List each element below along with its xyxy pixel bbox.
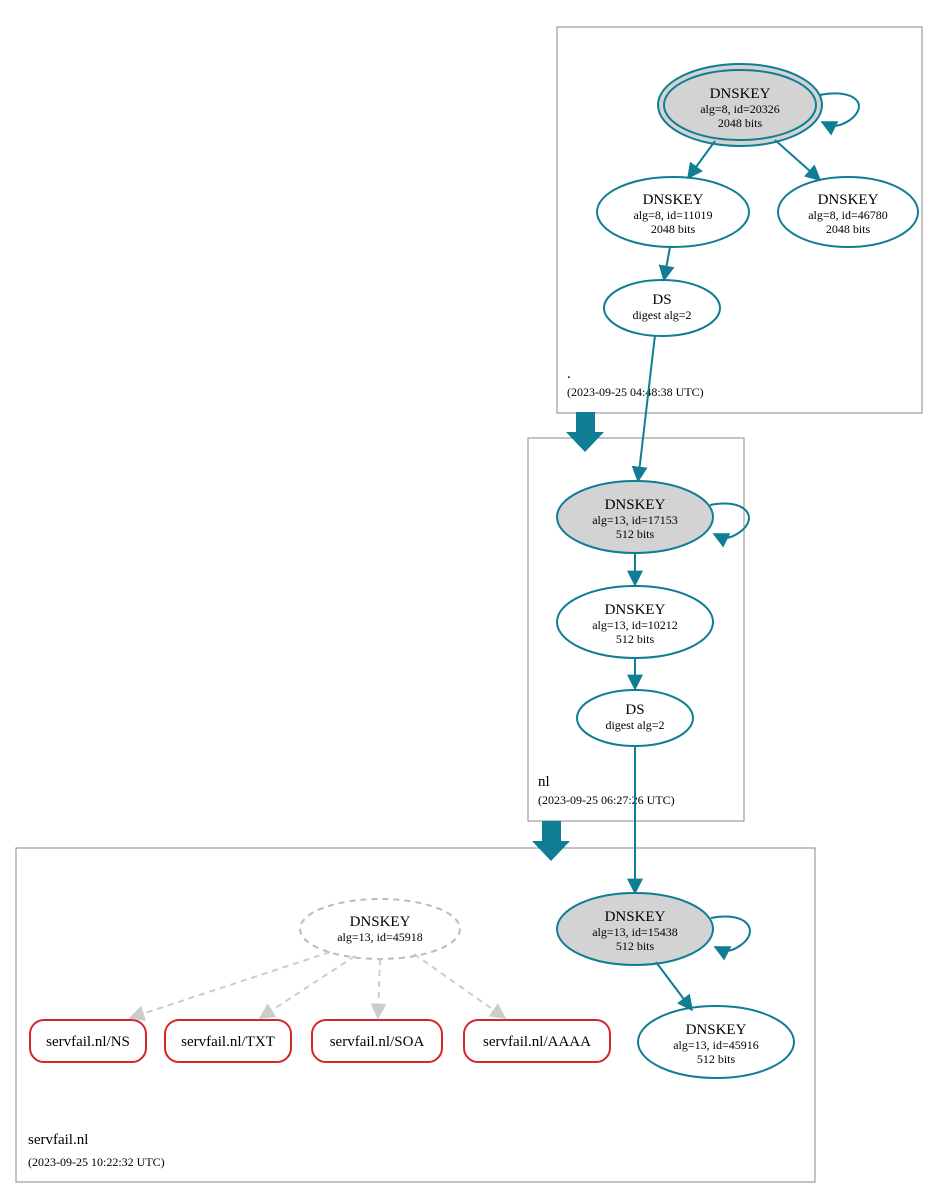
zone-servfail-timestamp: (2023-09-25 10:22:32 UTC)	[28, 1155, 165, 1169]
svg-text:512 bits: 512 bits	[697, 1052, 736, 1066]
node-sf-zsk: DNSKEY alg=13, id=45916 512 bits	[638, 1006, 794, 1078]
svg-text:DNSKEY: DNSKEY	[605, 497, 666, 513]
svg-text:alg=8, id=11019: alg=8, id=11019	[633, 208, 712, 222]
svg-text:servfail.nl/SOA: servfail.nl/SOA	[330, 1034, 425, 1050]
edge-rootds-nlksk	[638, 335, 655, 481]
svg-text:2048 bits: 2048 bits	[651, 222, 696, 236]
node-rr-aaaa: servfail.nl/AAAA	[464, 1020, 610, 1062]
svg-text:DNSKEY: DNSKEY	[605, 602, 666, 618]
node-sf-ksk: DNSKEY alg=13, id=15438 512 bits	[557, 893, 713, 965]
node-root-ksk: DNSKEY alg=8, id=20326 2048 bits	[658, 64, 822, 146]
svg-text:DNSKEY: DNSKEY	[643, 192, 704, 208]
svg-text:alg=8, id=46780: alg=8, id=46780	[808, 208, 888, 222]
edge-sfksk-sfzsk	[656, 962, 692, 1010]
svg-text:alg=8, id=20326: alg=8, id=20326	[700, 102, 780, 116]
edge-missing-aaaa	[414, 954, 505, 1018]
edge-root-ksk-self	[820, 93, 859, 126]
edge-rootksk-rootzsk	[688, 141, 715, 178]
svg-text:digest alg=2: digest alg=2	[632, 308, 691, 322]
svg-text:servfail.nl/NS: servfail.nl/NS	[46, 1034, 130, 1050]
zone-root-timestamp: (2023-09-25 04:48:38 UTC)	[567, 385, 704, 399]
svg-text:DNSKEY: DNSKEY	[710, 86, 771, 102]
edge-rootksk-rootzsk2	[775, 140, 820, 180]
svg-text:DNSKEY: DNSKEY	[605, 909, 666, 925]
svg-text:DNSKEY: DNSKEY	[686, 1022, 747, 1038]
svg-text:2048 bits: 2048 bits	[826, 222, 871, 236]
node-root-zsk2: DNSKEY alg=8, id=46780 2048 bits	[778, 177, 918, 247]
edge-sf-ksk-self	[711, 917, 750, 951]
svg-text:512 bits: 512 bits	[616, 939, 655, 953]
svg-text:512 bits: 512 bits	[616, 632, 655, 646]
node-rr-ns: servfail.nl/NS	[30, 1020, 146, 1062]
svg-text:alg=13, id=17153: alg=13, id=17153	[592, 513, 678, 527]
svg-text:DS: DS	[625, 702, 644, 718]
dnssec-diagram: . (2023-09-25 04:48:38 UTC) DNSKEY alg=8…	[0, 0, 943, 1201]
zone-root-label: .	[567, 366, 571, 382]
svg-text:2048 bits: 2048 bits	[718, 116, 763, 130]
svg-text:512 bits: 512 bits	[616, 527, 655, 541]
svg-text:alg=13, id=45918: alg=13, id=45918	[337, 930, 423, 944]
edge-nl-ksk-self	[710, 504, 749, 538]
node-root-ds: DS digest alg=2	[604, 280, 720, 336]
node-rr-soa: servfail.nl/SOA	[312, 1020, 442, 1062]
edge-missing-ns	[130, 952, 330, 1018]
zone-nl-label: nl	[538, 774, 550, 790]
svg-text:digest alg=2: digest alg=2	[605, 718, 664, 732]
delegation-nl-servfail-icon	[532, 821, 570, 861]
node-nl-zsk: DNSKEY alg=13, id=10212 512 bits	[557, 586, 713, 658]
svg-text:DNSKEY: DNSKEY	[818, 192, 879, 208]
svg-text:DNSKEY: DNSKEY	[350, 914, 411, 930]
node-nl-ksk: DNSKEY alg=13, id=17153 512 bits	[557, 481, 713, 553]
edge-rootzsk-rootds	[664, 247, 670, 280]
edge-missing-soa	[378, 959, 380, 1018]
delegation-root-nl-icon	[566, 412, 604, 452]
svg-text:servfail.nl/TXT: servfail.nl/TXT	[181, 1034, 275, 1050]
node-nl-ds: DS digest alg=2	[577, 690, 693, 746]
node-rr-txt: servfail.nl/TXT	[165, 1020, 291, 1062]
svg-text:alg=13, id=15438: alg=13, id=15438	[592, 925, 678, 939]
svg-text:alg=13, id=10212: alg=13, id=10212	[592, 618, 678, 632]
node-root-zsk: DNSKEY alg=8, id=11019 2048 bits	[597, 177, 749, 247]
node-sf-missing: DNSKEY alg=13, id=45918	[300, 899, 460, 959]
svg-text:servfail.nl/AAAA: servfail.nl/AAAA	[483, 1034, 591, 1050]
svg-text:DS: DS	[652, 292, 671, 308]
svg-text:alg=13, id=45916: alg=13, id=45916	[673, 1038, 759, 1052]
edge-missing-txt	[260, 956, 355, 1018]
zone-servfail-label: servfail.nl	[28, 1132, 88, 1148]
zone-nl-timestamp: (2023-09-25 06:27:26 UTC)	[538, 793, 675, 807]
